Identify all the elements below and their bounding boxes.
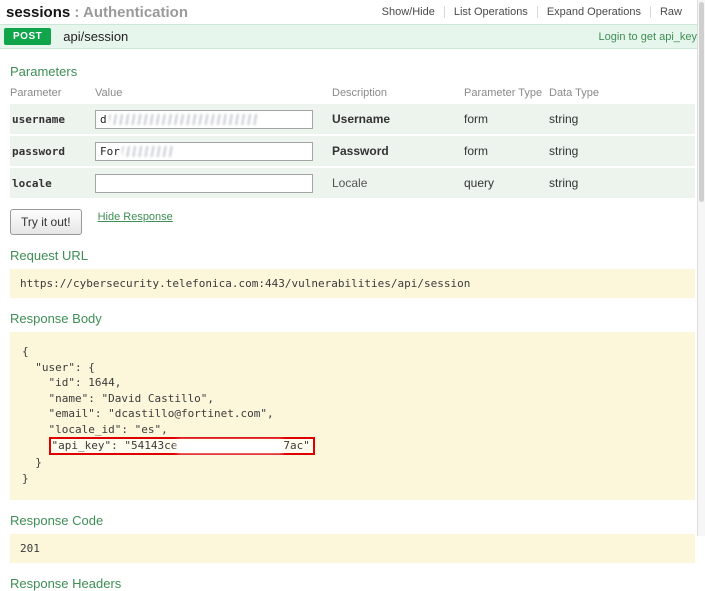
param-name-password: password <box>10 145 95 158</box>
json-line-api-key: "api_key": "54143ce 7ac" <box>22 437 685 455</box>
redaction-smudge <box>122 146 174 157</box>
json-line: { <box>22 344 685 360</box>
redaction-smudge <box>109 114 259 125</box>
col-parameter-type: Parameter Type <box>464 87 549 99</box>
raw-link[interactable]: Raw <box>650 6 691 18</box>
api-key-suffix: 7ac" <box>283 439 310 452</box>
actions-row: Try it out! Hide Response <box>10 208 695 235</box>
param-name-locale: locale <box>10 177 95 190</box>
data-type-locale: string <box>549 176 695 190</box>
json-line: "name": "David Castillo", <box>22 391 685 407</box>
response-code-value: 201 <box>10 534 695 563</box>
redaction-smudge <box>178 442 282 451</box>
json-line: "id": 1644, <box>22 375 685 391</box>
table-row-username: username d Username form string <box>10 104 695 134</box>
param-name-username: username <box>10 113 95 126</box>
response-headers-heading: Response Headers <box>10 576 695 591</box>
api-key-indent <box>22 439 49 452</box>
resource-description: : Authentication <box>74 4 188 21</box>
data-type-password: string <box>549 144 695 158</box>
col-parameter: Parameter <box>10 87 95 99</box>
scrollbar[interactable] <box>697 0 705 536</box>
response-body-json: { "user": { "id": 1644, "name": "David C… <box>10 332 695 500</box>
param-desc-username: Username <box>332 112 464 126</box>
password-value: For <box>100 145 120 158</box>
username-value: d <box>100 113 107 126</box>
param-desc-password: Password <box>332 144 464 158</box>
header-links: Show/Hide List Operations Expand Operati… <box>373 6 691 18</box>
json-line: "locale_id": "es", <box>22 422 685 438</box>
parameters-heading: Parameters <box>10 64 695 79</box>
response-code-heading: Response Code <box>10 513 695 528</box>
login-api-key-link[interactable]: Login to get api_key <box>599 31 697 43</box>
operation-bar[interactable]: POST api/session Login to get api_key <box>0 24 705 49</box>
request-url-heading: Request URL <box>10 248 695 263</box>
data-type-username: string <box>549 112 695 126</box>
parameters-table-header: Parameter Value Description Parameter Ty… <box>10 85 695 104</box>
api-key-prefix: "api_key": "54143ce <box>52 439 178 452</box>
page-header: sessions : Authentication Show/Hide List… <box>0 0 705 24</box>
resource-name: sessions <box>6 4 70 21</box>
json-line: "user": { <box>22 360 685 376</box>
response-body-heading: Response Body <box>10 311 695 326</box>
col-description: Description <box>332 87 464 99</box>
password-input[interactable]: For <box>95 142 313 161</box>
operation-content: Parameters Parameter Value Description P… <box>0 64 705 591</box>
scrollbar-thumb[interactable] <box>699 2 704 202</box>
http-method-badge[interactable]: POST <box>4 28 51 45</box>
param-type-password: form <box>464 144 549 158</box>
username-input[interactable]: d <box>95 110 313 129</box>
locale-input[interactable] <box>95 174 313 193</box>
endpoint-path[interactable]: api/session <box>63 29 128 44</box>
show-hide-link[interactable]: Show/Hide <box>373 6 444 18</box>
json-line: } <box>22 455 685 471</box>
json-line: } <box>22 471 685 487</box>
param-type-locale: query <box>464 176 549 190</box>
request-url-value: https://cybersecurity.telefonica.com:443… <box>10 269 695 298</box>
json-line: "email": "dcastillo@fortinet.com", <box>22 406 685 422</box>
param-type-username: form <box>464 112 549 126</box>
api-key-highlight-box: "api_key": "54143ce 7ac" <box>49 437 315 455</box>
expand-operations-link[interactable]: Expand Operations <box>537 6 650 18</box>
col-value: Value <box>95 87 332 99</box>
col-data-type: Data Type <box>549 87 695 99</box>
table-row-locale: locale Locale query string <box>10 168 695 198</box>
table-row-password: password For Password form string <box>10 136 695 166</box>
page-title: sessions : Authentication <box>6 4 188 21</box>
hide-response-link[interactable]: Hide Response <box>98 211 173 223</box>
list-operations-link[interactable]: List Operations <box>444 6 537 18</box>
param-desc-locale: Locale <box>332 176 464 190</box>
try-it-out-button[interactable]: Try it out! <box>10 209 82 235</box>
